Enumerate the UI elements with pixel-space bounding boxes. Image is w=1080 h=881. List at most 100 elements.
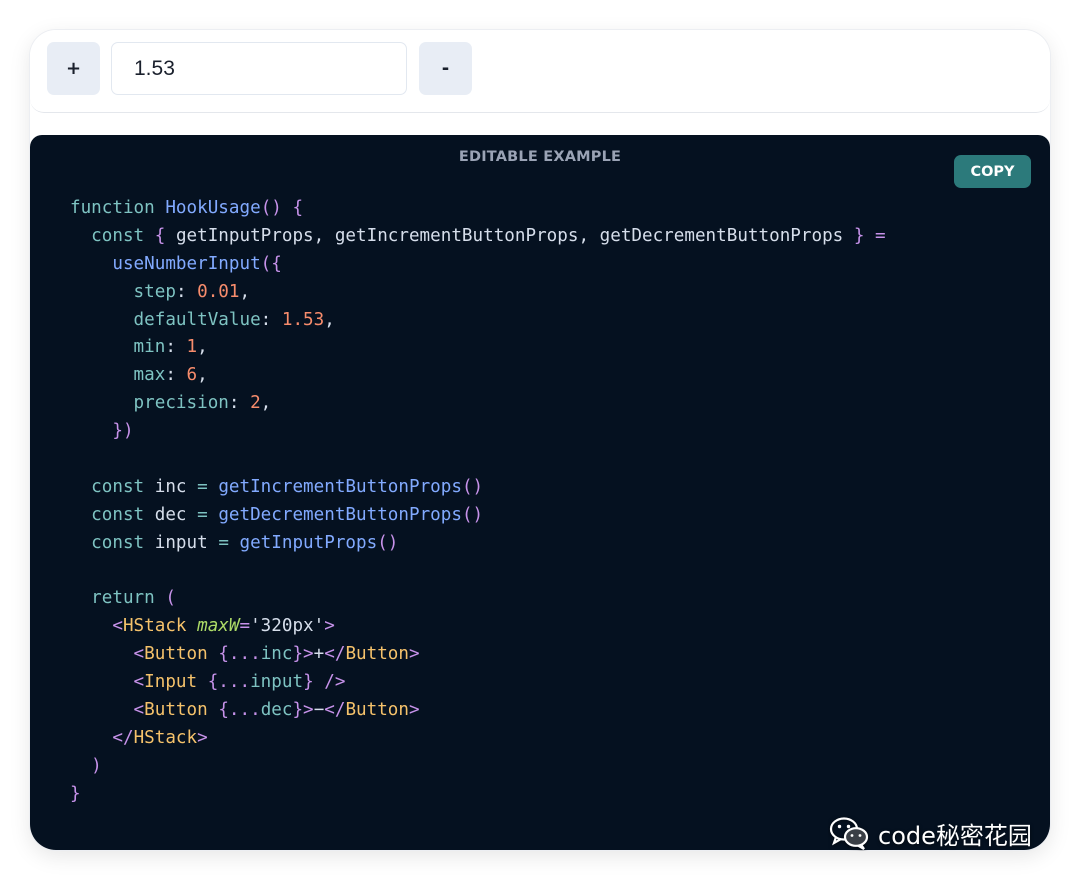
code-token: − bbox=[313, 700, 325, 721]
code-line: max: 6, bbox=[70, 362, 886, 390]
code-token: function bbox=[70, 198, 166, 218]
code-token: </ bbox=[70, 727, 134, 748]
code-line: <Button {...dec}>−</Button> bbox=[70, 697, 886, 725]
code-token: + bbox=[313, 644, 325, 665]
code-line: } bbox=[70, 781, 886, 809]
code-token: > bbox=[197, 727, 208, 748]
preview-area: + 1.53 - bbox=[30, 30, 1050, 113]
code-token: useNumberInput bbox=[70, 253, 261, 274]
code-token: return bbox=[70, 588, 166, 609]
code-token: 6 bbox=[186, 365, 198, 386]
increment-button[interactable]: + bbox=[47, 42, 100, 95]
code-token: ) bbox=[70, 755, 102, 776]
code-token: : bbox=[175, 281, 198, 302]
code-token: maxW bbox=[197, 616, 240, 637]
code-token: = bbox=[239, 616, 251, 637]
number-input-value: 1.53 bbox=[134, 56, 175, 80]
code-token: < bbox=[70, 644, 145, 665]
code-token: HookUsage bbox=[165, 198, 261, 218]
code-token: }> bbox=[292, 700, 314, 721]
code-token: step bbox=[70, 281, 176, 302]
code-token: }) bbox=[70, 421, 134, 442]
code-token: > bbox=[409, 700, 420, 721]
code-token: HStack bbox=[133, 727, 198, 748]
code-token: getDecrementButtonProps bbox=[218, 504, 462, 525]
code-token: getInputProps bbox=[239, 532, 378, 553]
code-line: const inc = getIncrementButtonProps() bbox=[70, 474, 886, 502]
code-line: }) bbox=[70, 418, 886, 446]
code-line: useNumberInput({ bbox=[70, 251, 886, 279]
code-token: 0.01 bbox=[197, 281, 240, 302]
code-token: const bbox=[70, 225, 155, 246]
code-token: Button bbox=[144, 644, 219, 665]
code-token: > bbox=[409, 644, 420, 665]
code-token: getInputProps, getIncrementButtonProps, … bbox=[175, 225, 854, 246]
copy-button[interactable]: COPY bbox=[954, 155, 1031, 188]
code-token: : bbox=[165, 337, 187, 358]
code-token: : bbox=[165, 365, 187, 386]
watermark-text: code秘密花园 bbox=[878, 821, 1032, 850]
code-line: const dec = getDecrementButtonProps() bbox=[70, 502, 886, 530]
example-card: + 1.53 - EDITABLE EXAMPLE COPY function … bbox=[30, 30, 1050, 850]
code-token: defaultValue bbox=[70, 309, 261, 330]
number-input[interactable]: 1.53 bbox=[111, 42, 407, 95]
code-token: const bbox=[70, 476, 155, 497]
code-line: defaultValue: 1.53, bbox=[70, 307, 886, 335]
code-token: Button bbox=[345, 644, 409, 665]
code-token: < bbox=[70, 700, 145, 721]
code-token: < bbox=[70, 616, 123, 637]
code-token: HStack bbox=[122, 616, 198, 637]
code-token: dec bbox=[154, 504, 198, 525]
code-token: Input bbox=[144, 672, 208, 693]
code-token: , bbox=[324, 309, 335, 330]
code-editor[interactable]: EDITABLE EXAMPLE COPY function HookUsage… bbox=[30, 135, 1050, 850]
code-line: function HookUsage() { bbox=[70, 195, 886, 223]
code-line: const input = getInputProps() bbox=[70, 530, 886, 558]
code-token: = bbox=[197, 476, 219, 497]
code-token: '320px' bbox=[250, 616, 325, 637]
code-token: Button bbox=[345, 700, 409, 721]
code-token: () { bbox=[260, 198, 304, 218]
code-line: <HStack maxW='320px'> bbox=[70, 613, 886, 641]
code-token: : bbox=[228, 393, 251, 414]
code-token: getIncrementButtonProps bbox=[218, 476, 462, 497]
code-line: precision: 2, bbox=[70, 390, 886, 418]
code-token: } = bbox=[853, 225, 886, 246]
code-token: }> bbox=[292, 644, 314, 665]
code-token: 1.53 bbox=[281, 309, 325, 330]
code-line: <Button {...inc}>+</Button> bbox=[70, 641, 886, 669]
code-token: < bbox=[70, 672, 145, 693]
editor-label: EDITABLE EXAMPLE bbox=[458, 149, 622, 165]
code-token: min bbox=[70, 337, 166, 358]
code-token: inc bbox=[260, 644, 293, 665]
code-token: {... bbox=[218, 700, 261, 721]
code-token: , bbox=[239, 281, 251, 302]
code-token: () bbox=[461, 476, 484, 497]
code-line: step: 0.01, bbox=[70, 279, 886, 307]
code-token: {... bbox=[218, 644, 261, 665]
code-block[interactable]: function HookUsage() { const { getInputP… bbox=[70, 195, 886, 809]
code-token: const bbox=[70, 532, 155, 553]
code-line: <Input {...input} /> bbox=[70, 669, 886, 697]
decrement-button[interactable]: - bbox=[419, 42, 472, 95]
code-token: { bbox=[154, 225, 176, 246]
code-token: Button bbox=[144, 700, 219, 721]
code-token: : bbox=[260, 309, 282, 330]
code-token: } /> bbox=[303, 672, 346, 693]
code-token: , bbox=[197, 337, 208, 358]
code-token: precision bbox=[70, 393, 229, 414]
code-line: min: 1, bbox=[70, 334, 886, 362]
code-token: </ bbox=[324, 700, 346, 721]
code-token: ( bbox=[165, 588, 176, 609]
code-token: = bbox=[197, 504, 219, 525]
code-token: input bbox=[250, 672, 304, 693]
code-token: 2 bbox=[250, 393, 261, 414]
watermark: code秘密花园 bbox=[828, 813, 1032, 853]
code-token: input bbox=[154, 532, 219, 553]
code-line: </HStack> bbox=[70, 725, 886, 753]
code-token: = bbox=[218, 532, 240, 553]
code-line: const { getInputProps, getIncrementButto… bbox=[70, 223, 886, 251]
code-token: , bbox=[197, 365, 208, 386]
